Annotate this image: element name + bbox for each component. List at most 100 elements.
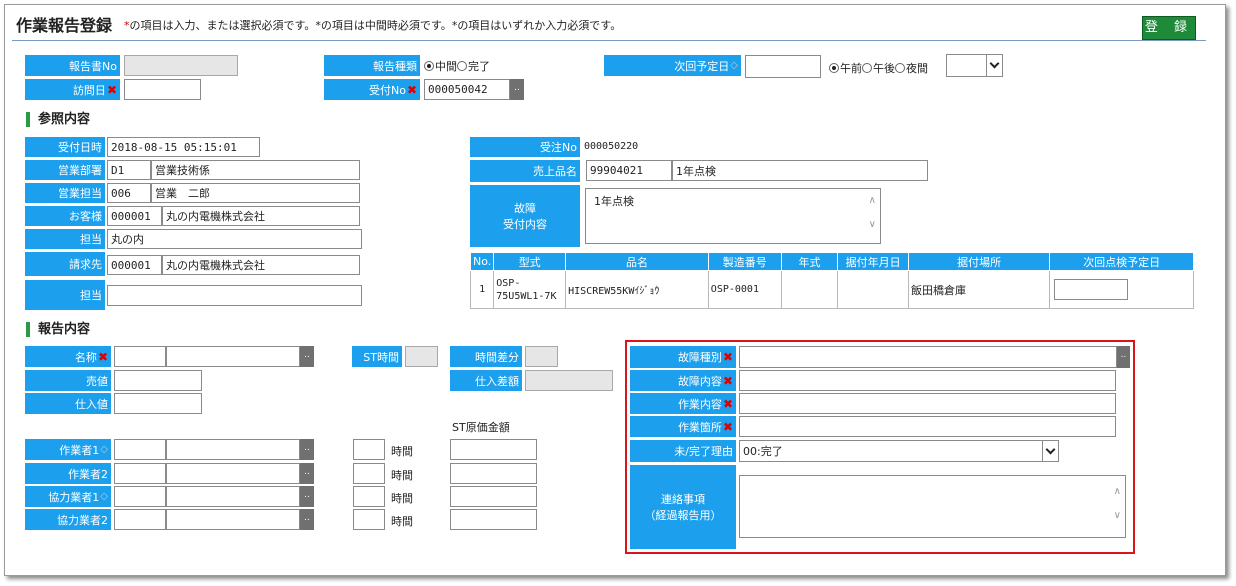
partner1-cost-input[interactable] [450,486,537,507]
report-no-field [124,55,238,76]
table-header-row: No. 型式 品名 製造番号 年式 据付年月日 据付場所 次回点検予定日 [469,252,1194,271]
table-row[interactable]: 1 OSP-75U5WL1-7K HISCREW55KWｲｼﾞｮｳ OSP-00… [469,270,1194,309]
fault-reception-text: 1年点検 ∧ ∨ [585,188,881,244]
receipt-lookup-button[interactable]: .. [510,79,524,100]
fault-type-lookup-button[interactable]: .. [1117,346,1130,368]
report-section-title: 報告内容 [26,322,90,337]
name-label: 名称 ✖ [25,346,111,367]
hours-unit: 時間 [391,515,413,528]
next-date-input[interactable] [745,55,821,78]
purchase-label: 仕入値 [25,393,111,414]
dept-name-field: 営業技術係 [151,160,360,180]
worker1-name-input[interactable] [166,439,300,460]
next-inspection-input[interactable] [1054,279,1129,300]
price-label: 売値 [25,370,111,391]
time-diff-field [525,346,558,367]
worker2-cost-input[interactable] [450,463,537,484]
radio-complete-label: 完了 [468,60,490,73]
fault-detail-label: 故障内容 ✖ [630,370,736,391]
scroll-arrows-icon[interactable]: ∧ ∨ [869,195,876,231]
reference-section-title: 参照内容 [26,112,90,127]
purchase-input[interactable] [114,393,202,414]
partner2-cost-input[interactable] [450,509,537,530]
col-header: 据付年月日 [837,252,909,271]
name-lookup-button[interactable]: .. [300,346,314,367]
purchase-diff-field [525,370,613,391]
sales-rep-label: 営業担当 [25,183,105,203]
either-required-icon: ◇ [100,491,108,502]
register-button[interactable]: 登 録 [1142,16,1196,40]
legend-text-1: の項目は入力、または選択必須です。 [129,19,316,32]
fault-type-label: 故障種別 ✖ [630,346,736,368]
partner1-name-input[interactable] [166,486,300,507]
required-icon: ✖ [722,419,733,434]
worker1-lookup-button[interactable]: .. [300,439,314,460]
visit-date-input[interactable] [124,79,201,100]
billing-contact-field [107,285,362,306]
price-input[interactable] [114,370,202,391]
worker1-cost-input[interactable] [450,439,537,460]
partner2-hours-input[interactable] [353,509,385,530]
contact-notes-textarea[interactable]: ∧ ∨ [739,475,1126,538]
worker1-hours-input[interactable] [353,439,385,460]
required-icon: ✖ [722,396,733,411]
worker2-name-input[interactable] [166,463,300,484]
product-code-field: 99904021 [586,160,672,181]
time-select[interactable] [946,54,1003,77]
customer-name-field: 丸の内電機株式会社 [162,206,360,226]
worker2-hours-input[interactable] [353,463,385,484]
radio-interim[interactable] [424,61,434,71]
radio-afternoon[interactable] [862,63,872,73]
scroll-arrows-icon[interactable]: ∧ ∨ [1114,486,1121,522]
worker2-code-input[interactable] [114,463,166,484]
worker2-lookup-button[interactable]: .. [300,463,314,484]
partner1-code-input[interactable] [114,486,166,507]
receipt-no-input[interactable]: 000050042 [424,79,510,100]
work-place-input[interactable] [739,416,1116,437]
fault-type-input[interactable] [739,346,1117,368]
contact-notes-label: 連絡事項 （経過報告用） [630,465,736,549]
billing-contact-label: 担当 [25,280,105,310]
time-slot-radio-group: 午前 午後 夜間 [829,60,928,76]
work-detail-input[interactable] [739,393,1116,414]
visit-date-label: 訪問日 ✖ [25,79,120,100]
order-no-value: 000050220 [584,141,639,152]
report-no-label: 報告書No [25,55,120,76]
partner2-code-input[interactable] [114,509,166,530]
product-name-field: 1年点検 [672,160,928,181]
required-icon: ✖ [97,349,108,364]
required-icon: ✖ [722,350,733,364]
cell-install-date [837,270,909,309]
hours-unit: 時間 [391,492,413,505]
name-input[interactable] [166,346,300,367]
partner2-lookup-button[interactable]: .. [300,509,314,530]
worker1-code-input[interactable] [114,439,166,460]
col-header: 次回点検予定日 [1049,252,1194,271]
hours-unit: 時間 [391,469,413,482]
page-title: 作業報告登録 [16,16,113,35]
st-cost-label: ST原価金額 [452,421,510,434]
purchase-diff-label: 仕入差額 [450,370,522,391]
time-diff-label: 時間差分 [450,346,522,367]
billing-code-field: 000001 [107,255,162,275]
billing-label: 請求先 [25,252,105,276]
partner1-lookup-button[interactable]: .. [300,486,314,507]
cell-serial: OSP-0001 [707,270,782,309]
customer-label: お客様 [25,206,105,226]
partner1-hours-input[interactable] [353,486,385,507]
sales-rep-name-field: 営業 二郎 [151,183,360,203]
radio-complete[interactable] [457,61,467,71]
radio-morning[interactable] [829,63,839,73]
fault-detail-input[interactable] [739,370,1116,391]
receipt-datetime-field: 2018-08-15 05:15:01 [107,137,260,157]
partner2-label: 協力業者2 [25,509,111,530]
partner2-name-input[interactable] [166,509,300,530]
name-code-input[interactable] [114,346,166,367]
col-header: 型式 [493,252,567,271]
cell-no: 1 [469,270,495,309]
customer-code-field: 000001 [107,206,162,226]
incomplete-reason-select[interactable]: 00:完了 [739,440,1059,462]
product-label: 売上品名 [470,160,580,182]
radio-night[interactable] [895,63,905,73]
equipment-table: No. 型式 品名 製造番号 年式 据付年月日 据付場所 次回点検予定日 1 O… [469,252,1194,309]
